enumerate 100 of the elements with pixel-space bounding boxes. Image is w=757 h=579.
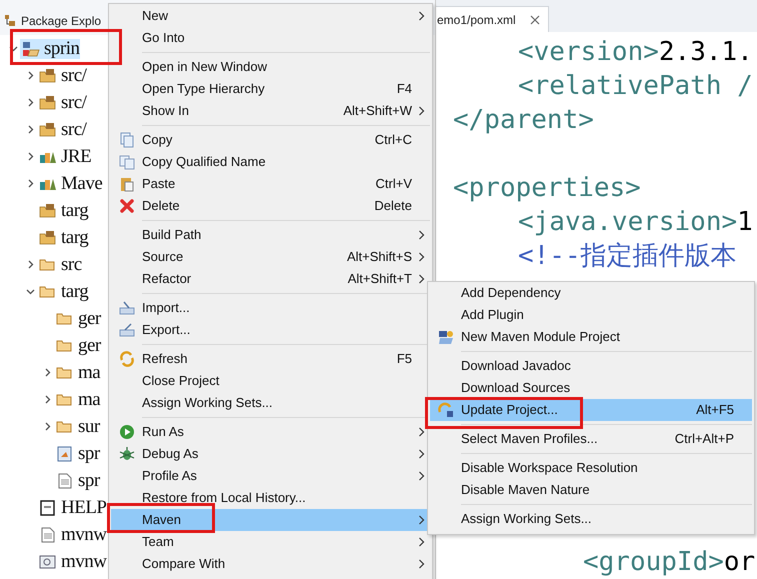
menu-item[interactable]: New Maven Module Project xyxy=(430,326,752,348)
project-icon xyxy=(22,40,40,56)
archive-file-icon xyxy=(56,446,74,462)
menu-item[interactable]: Download Javadoc xyxy=(430,355,752,377)
menu-item[interactable]: Disable Maven Nature xyxy=(430,479,752,501)
collapsed-chevron-icon[interactable] xyxy=(42,395,52,404)
code-tag: <version> xyxy=(518,36,659,68)
menu-item[interactable]: Import... xyxy=(111,297,430,319)
tree-item[interactable]: targ xyxy=(37,200,88,220)
tree-item[interactable]: targ xyxy=(37,282,88,302)
run-icon xyxy=(118,424,134,440)
collapsed-chevron-icon[interactable] xyxy=(26,260,34,269)
code-comment: <!--指定插件版本 xyxy=(518,240,737,272)
package-folder-icon xyxy=(39,68,57,84)
expanded-chevron-icon[interactable] xyxy=(8,44,18,53)
code-tag: </parent> xyxy=(453,104,594,136)
paste-icon xyxy=(118,176,134,192)
folder-icon xyxy=(56,338,74,354)
expanded-chevron-icon[interactable] xyxy=(26,287,34,296)
tree-item[interactable]: ma xyxy=(54,390,100,410)
module-icon xyxy=(438,329,454,345)
menu-item[interactable]: Open Type Hierarchy F4 xyxy=(111,78,430,100)
menu-item[interactable]: Download Sources xyxy=(430,377,752,399)
menu-item[interactable]: Team xyxy=(111,531,430,553)
collapsed-chevron-icon[interactable] xyxy=(42,422,52,431)
file-icon xyxy=(39,526,57,542)
editor-tab[interactable]: emo1/pom.xml xyxy=(436,6,549,32)
collapsed-chevron-icon[interactable] xyxy=(26,125,34,134)
code-text: 2.3.1. xyxy=(658,36,753,68)
update-icon xyxy=(438,402,454,418)
code-tag: <java.version> xyxy=(518,206,738,238)
menu-item[interactable]: Copy Ctrl+C xyxy=(111,129,430,151)
tree-item[interactable]: src/ xyxy=(37,120,86,140)
folder-icon xyxy=(56,392,74,408)
import-icon xyxy=(118,300,134,316)
menu-item[interactable]: Assign Working Sets... xyxy=(430,508,752,530)
tree-item[interactable]: spr xyxy=(54,470,100,490)
package-folder-icon xyxy=(39,94,57,110)
file-icon xyxy=(56,472,74,488)
menu-item[interactable]: Debug As xyxy=(111,443,430,465)
menu-item[interactable]: Open in New Window xyxy=(111,56,430,78)
menu-item[interactable]: Refactor Alt+Shift+T xyxy=(111,268,430,290)
menu-item[interactable]: New xyxy=(111,5,430,27)
menu-item[interactable]: Build Path xyxy=(111,224,430,246)
menu-item[interactable]: Go Into xyxy=(111,27,430,49)
package-folder-icon xyxy=(39,202,57,218)
export-icon xyxy=(118,322,134,338)
menu-item[interactable]: Update Project... Alt+F5 xyxy=(430,399,752,421)
tree-item[interactable]: ma xyxy=(54,362,100,382)
menu-item[interactable]: Profile As xyxy=(111,465,430,487)
delete-icon xyxy=(118,198,134,214)
collapsed-chevron-icon[interactable] xyxy=(42,368,52,377)
menu-item[interactable]: Add Dependency xyxy=(430,282,752,304)
tree-item[interactable]: src xyxy=(37,254,82,274)
folder-icon xyxy=(39,256,57,272)
tree-item[interactable]: mvnw xyxy=(37,552,106,572)
bug-icon xyxy=(118,446,134,462)
menu-item[interactable]: Refresh F5 xyxy=(111,348,430,370)
folder-icon xyxy=(56,418,74,434)
tree-item[interactable]: sur xyxy=(54,416,100,436)
tree-item[interactable]: Mave xyxy=(37,174,102,194)
refresh-icon xyxy=(118,351,134,367)
collapsed-chevron-icon[interactable] xyxy=(26,98,34,107)
collapsed-chevron-icon[interactable] xyxy=(26,152,34,161)
menu-item[interactable]: Disable Workspace Resolution xyxy=(430,457,752,479)
menu-item[interactable]: Maven xyxy=(111,509,430,531)
code-tag: <relativePath / xyxy=(518,70,753,102)
code-tag: <properties> xyxy=(453,172,641,204)
tree-item[interactable]: ger xyxy=(54,308,101,328)
menu-item[interactable]: Run As xyxy=(111,421,430,443)
script-file-icon xyxy=(39,554,57,570)
tree-item[interactable]: ger xyxy=(54,336,101,356)
menu-item[interactable]: Select Maven Profiles... Ctrl+Alt+P xyxy=(430,428,752,450)
menu-item[interactable]: Restore from Local History... xyxy=(111,487,430,509)
tree-item[interactable]: targ xyxy=(37,228,88,248)
tree-item[interactable]: JRE xyxy=(37,146,92,166)
tree-item[interactable]: spr xyxy=(54,444,100,464)
menu-item[interactable]: Show In Alt+Shift+W xyxy=(111,100,430,122)
document-icon xyxy=(39,500,57,516)
menu-item[interactable]: Delete Delete xyxy=(111,195,430,217)
tree-item[interactable]: src/ xyxy=(37,66,86,86)
close-icon[interactable] xyxy=(530,14,540,24)
folder-icon xyxy=(39,284,57,300)
tree-item[interactable]: sprin xyxy=(20,38,80,58)
menu-item[interactable]: Export... xyxy=(111,319,430,341)
menu-item[interactable]: Close Project xyxy=(111,370,430,392)
tree-item[interactable]: src/ xyxy=(37,92,86,112)
menu-item[interactable]: Paste Ctrl+V xyxy=(111,173,430,195)
menu-item[interactable]: Copy Qualified Name xyxy=(111,151,430,173)
collapsed-chevron-icon[interactable] xyxy=(26,179,34,188)
tree-item[interactable]: mvnw xyxy=(37,524,106,544)
folder-icon xyxy=(56,310,74,326)
menu-item[interactable]: Add Plugin xyxy=(430,304,752,326)
tree-item[interactable]: HELP xyxy=(37,498,106,518)
copy-icon xyxy=(118,154,134,170)
collapsed-chevron-icon[interactable] xyxy=(26,71,34,80)
code-tag: <groupId> xyxy=(583,546,724,578)
menu-item[interactable]: Source Alt+Shift+S xyxy=(111,246,430,268)
menu-item[interactable]: Compare With xyxy=(111,553,430,575)
package-folder-icon xyxy=(39,122,57,138)
